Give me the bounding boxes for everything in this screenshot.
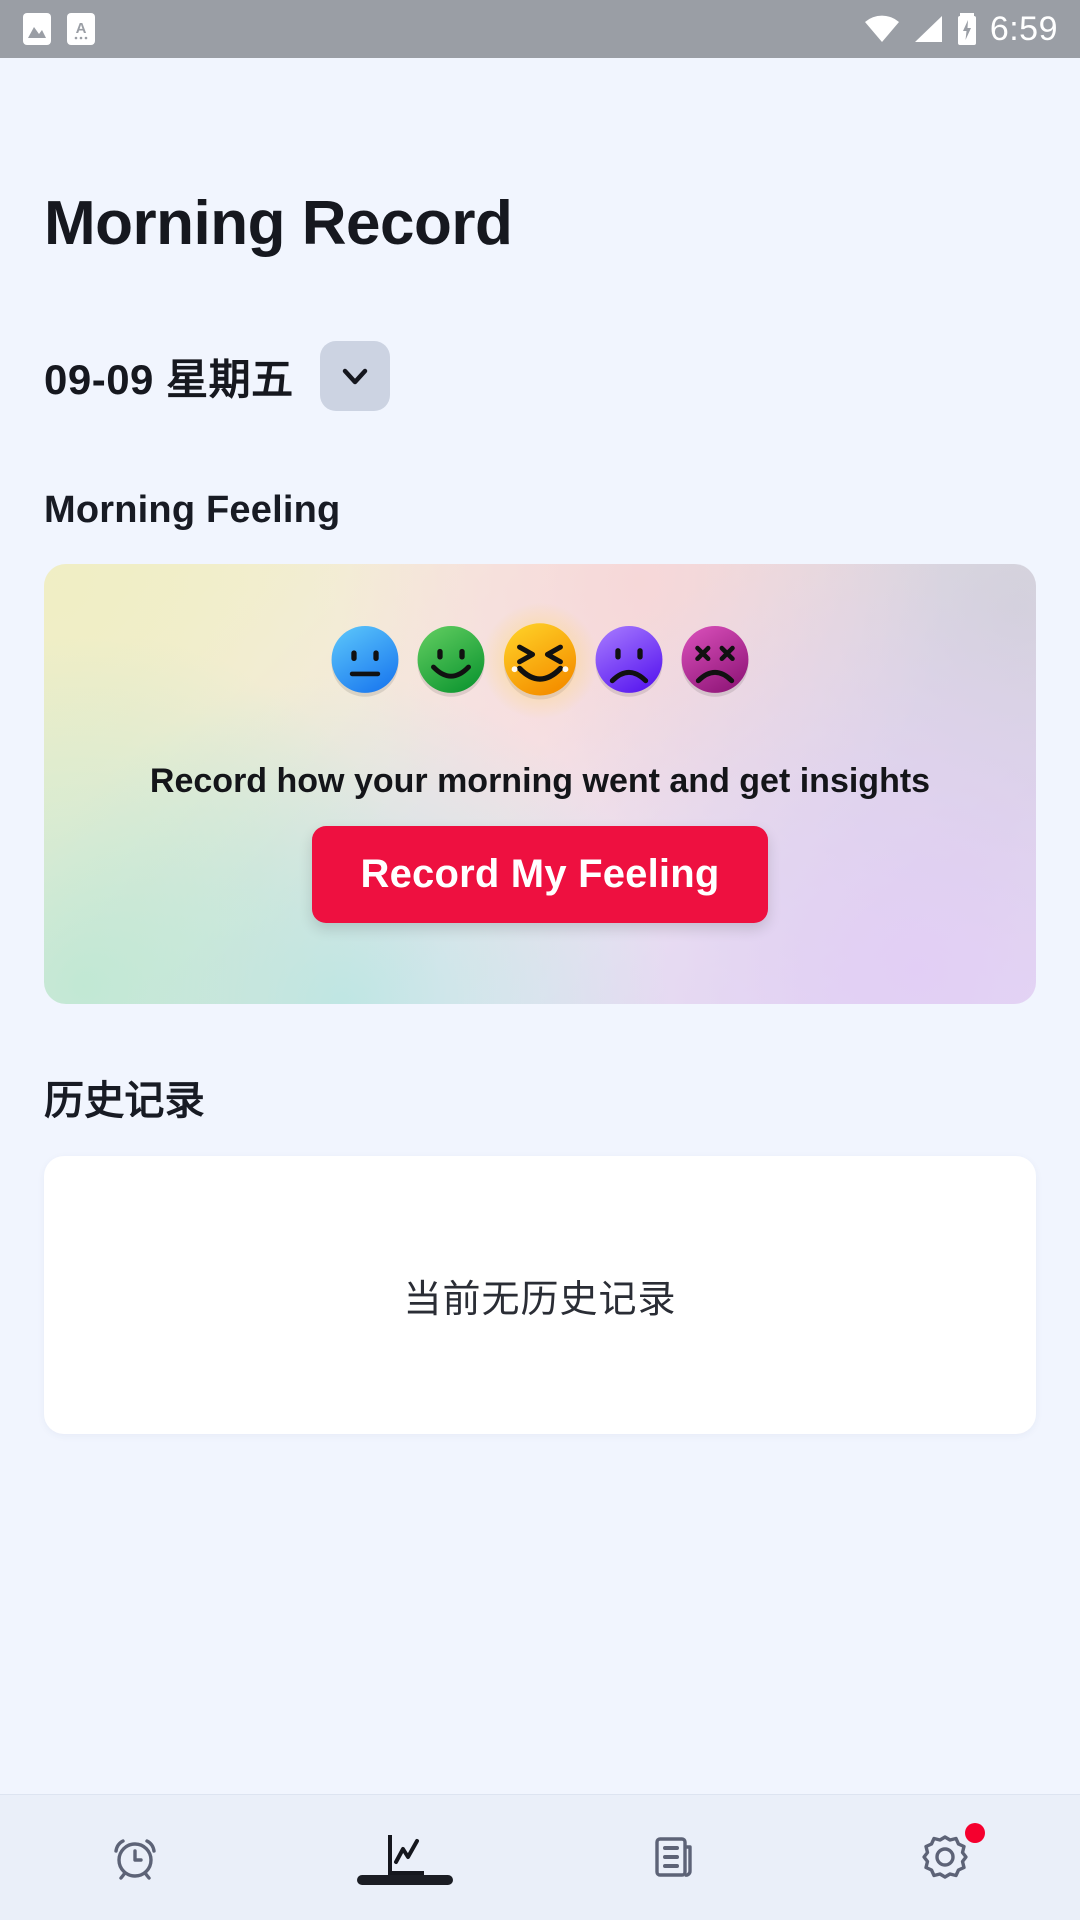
image-icon xyxy=(23,13,51,45)
feeling-section-title: Morning Feeling xyxy=(44,489,341,531)
date-selector-row: 09-09 星期五 xyxy=(44,341,1036,411)
page-title: Morning Record xyxy=(44,189,513,258)
settings-notification-badge xyxy=(965,1823,985,1843)
alarm-icon-wrap xyxy=(107,1829,163,1885)
gear-icon xyxy=(922,1835,968,1879)
feeling-card: Record how your morning went and get ins… xyxy=(44,564,1036,1004)
nav-item-alarm[interactable] xyxy=(0,1795,270,1885)
status-bar-clock: 6:59 xyxy=(989,10,1058,48)
emoji-row xyxy=(44,602,1036,720)
feeling-card-caption: Record how your morning went and get ins… xyxy=(149,762,931,800)
status-bar-right-icons: 6:59 xyxy=(864,12,1058,46)
selected-date-label: 09-09 星期五 xyxy=(44,355,294,403)
wifi-icon xyxy=(864,15,899,42)
newspaper-icon xyxy=(655,1837,692,1877)
history-empty-text: 当前无历史记录 xyxy=(403,1278,677,1321)
nav-item-settings[interactable] xyxy=(810,1795,1080,1885)
svg-text:A: A xyxy=(76,20,87,37)
status-bar: A 6:59 xyxy=(0,0,1080,58)
history-card: 当前无历史记录 xyxy=(44,1156,1036,1434)
screenshot-a-icon: A xyxy=(67,13,95,45)
emoji-dead-face[interactable] xyxy=(677,623,753,699)
alarm-clock-icon xyxy=(114,1839,156,1880)
date-dropdown-button[interactable] xyxy=(319,341,390,411)
settings-icon-wrap xyxy=(917,1823,985,1885)
history-section-title: 历史记录 xyxy=(44,1079,205,1123)
status-bar-left-icons: A xyxy=(22,12,96,46)
app-root: A 6:59 Morning Record 09-09 星期五 Morning … xyxy=(0,0,1080,1920)
record-my-feeling-button[interactable]: Record My Feeling xyxy=(312,826,768,923)
emoji-laughing-face[interactable] xyxy=(481,602,599,720)
cellular-signal-icon xyxy=(914,16,942,42)
cta-container: Record My Feeling xyxy=(44,826,1036,923)
main-content: Morning Record 09-09 星期五 Morning Feeling xyxy=(0,58,1080,1794)
nav-active-indicator xyxy=(357,1875,453,1885)
articles-icon-wrap xyxy=(647,1829,703,1885)
nav-item-articles[interactable] xyxy=(540,1795,810,1885)
chevron-down-icon xyxy=(342,368,367,385)
emoji-smiling-face[interactable] xyxy=(413,623,489,699)
emoji-neutral-face[interactable] xyxy=(327,623,403,699)
bottom-navigation-bar xyxy=(0,1794,1080,1920)
nav-item-chart[interactable] xyxy=(270,1795,540,1885)
battery-charging-icon xyxy=(957,13,976,45)
emoji-sad-face[interactable] xyxy=(591,623,667,699)
